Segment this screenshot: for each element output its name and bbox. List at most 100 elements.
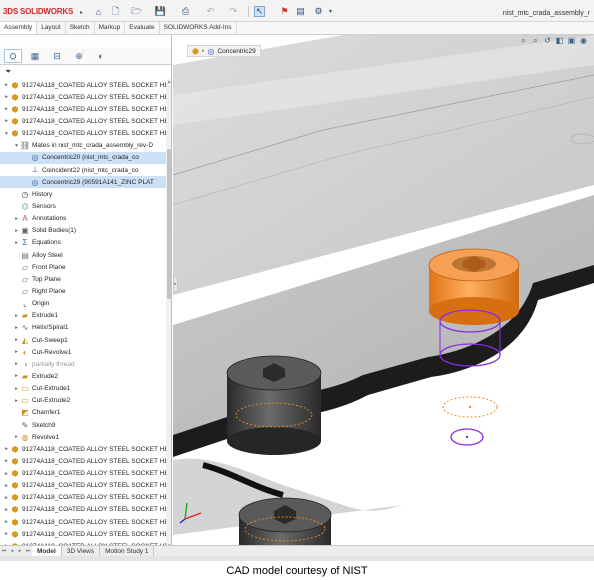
section-view-icon[interactable]: ◧: [555, 36, 564, 45]
tree-row[interactable]: ⌞ Origin: [0, 298, 166, 310]
tree-row[interactable]: ▱ Front Plane: [0, 261, 166, 273]
expand-toggle-icon[interactable]: ▸: [3, 94, 10, 100]
property-manager-tab[interactable]: ▦: [26, 49, 44, 63]
tab-evaluate[interactable]: Evaluate: [125, 22, 160, 34]
expand-toggle-icon[interactable]: ▸: [13, 349, 20, 355]
display-manager-tab[interactable]: ◐: [92, 49, 110, 63]
bolt-left[interactable]: [226, 355, 322, 455]
graphics-viewport[interactable]: ⬢ ▸ ◎ Concentric29 ⌕ ⌕ ↺ ◧ ▣ ◉ ▸: [173, 35, 594, 545]
feature-manager-tab[interactable]: ⛭: [4, 49, 22, 63]
file-properties-icon[interactable]: ▤: [295, 6, 306, 17]
save-icon[interactable]: 💾: [155, 6, 166, 17]
tab-solidworks-add-ins[interactable]: SOLIDWORKS Add-Ins: [160, 22, 237, 34]
filter-icon[interactable]: ⏷: [5, 67, 11, 77]
open-document-icon[interactable]: 🗁: [131, 6, 142, 17]
menu-expand-icon[interactable]: ▸: [80, 9, 83, 16]
solidworks-logo[interactable]: 3DS SOLIDWORKS: [3, 5, 73, 17]
configuration-manager-tab[interactable]: ⊟: [48, 49, 66, 63]
tree-row[interactable]: ▾ ⛓ Mates in nist_mtc_crada_assembly_rev-D: [0, 140, 166, 152]
model-render[interactable]: [173, 35, 594, 545]
bottom-tab-motion-study-1[interactable]: Motion Study 1: [100, 545, 155, 557]
expand-toggle-icon[interactable]: ▸: [3, 531, 10, 537]
expand-toggle-icon[interactable]: ▸: [13, 228, 20, 234]
expand-toggle-icon[interactable]: ▸: [3, 483, 10, 489]
expand-toggle-icon[interactable]: ▸: [13, 398, 20, 404]
tree-row[interactable]: ◎ Concentric20 (nist_mtc_crada_co: [0, 151, 166, 164]
select-icon[interactable]: ↖: [254, 6, 265, 17]
redo-icon[interactable]: ↷: [228, 6, 239, 17]
tree-row[interactable]: ▸⬢91274A118_COATED ALLOY STEEL SOCKET HE: [0, 91, 166, 103]
tree-row[interactable]: ⌬ Sensors: [0, 200, 166, 212]
new-document-icon[interactable]: 🗋: [110, 6, 121, 17]
bolt-bottom[interactable]: [238, 497, 332, 545]
expand-toggle-icon[interactable]: ▸: [3, 446, 10, 452]
tree-row[interactable]: ▸⬢91274A118_COATED ALLOY STEEL SOCKET HE: [0, 504, 166, 516]
tree-row[interactable]: ▸ A Annotations: [0, 213, 166, 225]
options-gear-icon[interactable]: ⚙: [313, 6, 324, 17]
tree-row[interactable]: ▸⬢91274A118_COATED ALLOY STEEL SOCKET HE: [0, 528, 166, 540]
prev-tab-icon[interactable]: ◂: [8, 548, 16, 554]
expand-toggle-icon[interactable]: ▾: [3, 131, 10, 137]
previous-view-icon[interactable]: ↺: [543, 36, 552, 45]
selected-bolt[interactable]: [428, 248, 520, 325]
bottom-tab-3d-views[interactable]: 3D Views: [62, 545, 101, 557]
tree-row[interactable]: ▸⬢91274A118_COATED ALLOY STEEL SOCKET HE: [0, 79, 166, 91]
tree-row[interactable]: ▸⬢91274A118_COATED ALLOY STEEL SOCKET HE: [0, 443, 166, 455]
tree-scrollbar[interactable]: ▴ ▾: [166, 79, 171, 549]
home-icon[interactable]: ⌂: [93, 6, 104, 17]
panel-collapse-handle[interactable]: ▸: [173, 276, 178, 292]
expand-toggle-icon[interactable]: ▸: [13, 434, 20, 440]
expand-toggle-icon[interactable]: ▸: [13, 361, 20, 367]
tree-row[interactable]: ▸⬢91274A118_COATED ALLOY STEEL SOCKET HE: [0, 103, 166, 115]
expand-toggle-icon[interactable]: ▸: [3, 495, 10, 501]
view-orientation-icon[interactable]: ▣: [567, 36, 576, 45]
tree-row[interactable]: ▸ ▰ Extrude1: [0, 310, 166, 322]
tree-row[interactable]: ▤ Alloy Steel: [0, 249, 166, 261]
expand-toggle-icon[interactable]: ▸: [3, 471, 10, 477]
tree-row[interactable]: ▱ Right Plane: [0, 285, 166, 297]
expand-toggle-icon[interactable]: ▸: [13, 337, 20, 343]
expand-toggle-icon[interactable]: ▸: [13, 240, 20, 246]
tree-row[interactable]: ▸ ▰ Extrude2: [0, 370, 166, 382]
tree-row[interactable]: ▸⬢91274A118_COATED ALLOY STEEL SOCKET HE: [0, 115, 166, 127]
bottom-tab-model[interactable]: Model: [32, 545, 62, 557]
expand-toggle-icon[interactable]: ▸: [13, 386, 20, 392]
tree-row[interactable]: ▸ ◍ Revolve1: [0, 431, 166, 443]
expand-toggle-icon[interactable]: ▸: [3, 507, 10, 513]
scroll-up-icon[interactable]: ▴: [166, 79, 171, 85]
undo-icon[interactable]: ↶: [205, 6, 216, 17]
last-tab-icon[interactable]: ⏭: [24, 548, 32, 554]
expand-toggle-icon[interactable]: ▸: [3, 82, 10, 88]
tree-row[interactable]: ▸⬢91274A118_COATED ALLOY STEEL SOCKET HE: [0, 455, 166, 467]
tree-row[interactable]: ▾ ⬢ 91274A118_COATED ALLOY STEEL SOCKET HE: [0, 128, 166, 140]
tree-row[interactable]: ▸ ◭ Cut-Sweep1: [0, 334, 166, 346]
tree-row[interactable]: ▸⬢91274A118_COATED ALLOY STEEL SOCKET HE: [0, 492, 166, 504]
tree-row[interactable]: ▸ ▭ Cut-Extrude2: [0, 395, 166, 407]
tree-row[interactable]: ▸ Σ Equations: [0, 237, 166, 249]
options-dropdown-icon[interactable]: ▾: [325, 6, 336, 17]
expand-toggle-icon[interactable]: ▸: [3, 519, 10, 525]
tree-row[interactable]: ▸ ▭ Cut-Extrude1: [0, 383, 166, 395]
zoom-to-area-icon[interactable]: ⌕: [531, 36, 540, 45]
tree-row[interactable]: ◎ Concentric29 (90591A141_ZINC PLAT: [0, 176, 166, 189]
tree-row[interactable]: ▸⬢91274A118_COATED ALLOY STEEL SOCKET HE: [0, 516, 166, 528]
scroll-thumb[interactable]: [167, 149, 171, 299]
tree-row[interactable]: ▸⬢91274A118_COATED ALLOY STEEL SOCKET HE: [0, 468, 166, 480]
zoom-to-fit-icon[interactable]: ⌕: [519, 36, 528, 45]
expand-toggle-icon[interactable]: ▸: [13, 325, 20, 331]
tab-markup[interactable]: Markup: [95, 22, 126, 34]
tree-row[interactable]: ◩ Chamfer1: [0, 407, 166, 419]
expand-toggle-icon[interactable]: ▸: [3, 458, 10, 464]
tab-layout[interactable]: Layout: [37, 22, 66, 34]
tree-row[interactable]: ⟂ Coincident22 (nist_mtc_crada_co: [0, 164, 166, 176]
first-tab-icon[interactable]: ⏮: [0, 548, 8, 554]
selection-breadcrumb[interactable]: ⬢ ▸ ◎ Concentric29: [187, 45, 261, 57]
dimxpert-tab[interactable]: ⊕: [70, 49, 88, 63]
display-style-icon[interactable]: ◉: [579, 36, 588, 45]
tab-assembly[interactable]: Assembly: [0, 22, 38, 34]
tree-row[interactable]: ▱ Top Plane: [0, 273, 166, 285]
tree-row[interactable]: ▸ ▣ Solid Bodies(1): [0, 225, 166, 237]
expand-toggle-icon[interactable]: ▸: [3, 118, 10, 124]
expand-toggle-icon[interactable]: ▸: [13, 313, 20, 319]
expand-toggle-icon[interactable]: ▸: [13, 216, 20, 222]
